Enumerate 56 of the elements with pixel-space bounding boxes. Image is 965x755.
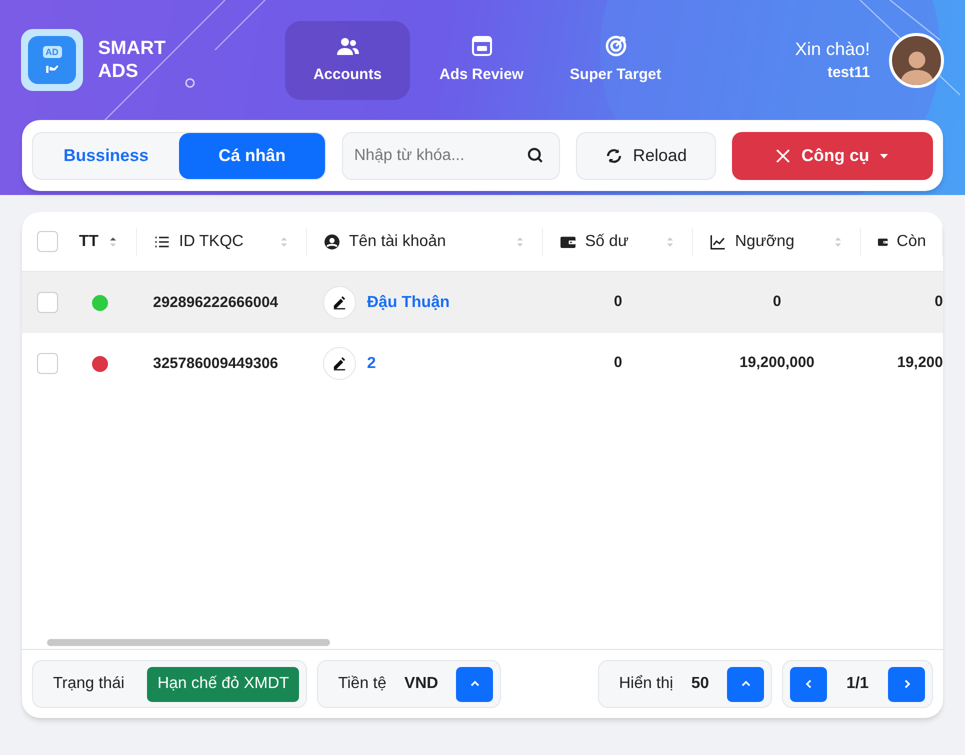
column-header: Còn — [896, 232, 926, 252]
page-size-toggle-button[interactable] — [727, 666, 764, 702]
table-cell: 292896222666004 — [153, 294, 278, 310]
pencil-icon — [332, 356, 347, 371]
segment-tab[interactable]: Cá nhân — [179, 132, 326, 178]
status-label: Trạng thái — [52, 674, 126, 694]
reload-button[interactable]: Reload — [576, 132, 716, 180]
page-size-value: 50 — [690, 674, 710, 694]
edit-button[interactable] — [323, 347, 356, 380]
currency-label: Tiền tệ — [337, 674, 386, 694]
horizontal-scrollbar[interactable] — [47, 639, 330, 646]
table-cell-text: 19,200 — [897, 353, 943, 374]
select-all-checkbox[interactable] — [37, 231, 58, 252]
tools-icon — [774, 146, 792, 164]
currency-value: VND — [403, 674, 440, 694]
nav-tab[interactable]: Super Target — [553, 21, 678, 100]
nav-tab[interactable]: Ads Review — [414, 21, 549, 100]
column-header: TT — [79, 232, 99, 252]
column-header: Số dư — [585, 232, 629, 252]
username-text: test11 — [827, 63, 870, 83]
row-checkbox[interactable] — [37, 353, 58, 374]
account-name-link[interactable]: Đậu Thuận — [367, 290, 450, 314]
column-header: Tên tài khoản — [349, 232, 446, 252]
refresh-icon — [604, 146, 623, 164]
table-cell-text: 0 — [614, 353, 622, 374]
nav-tab[interactable]: Accounts — [285, 21, 410, 100]
account-name-link[interactable]: 2 — [367, 352, 376, 376]
page-size-label: Hiển thị — [618, 674, 674, 694]
table-row[interactable]: 292896222666004 Đậu Thuận 0 0 0 — [22, 272, 943, 333]
logo-text: AD — [42, 46, 62, 58]
user-circle-icon — [323, 232, 341, 250]
table-cell-text: 19,200,000 — [739, 353, 815, 374]
table-row[interactable]: 325786009449306 2 0 19,200,000 19,200 — [22, 333, 943, 394]
pencil-icon — [332, 295, 347, 310]
ad-window-icon — [470, 34, 494, 58]
edit-button[interactable] — [323, 286, 356, 319]
brand-name: SMART — [98, 37, 166, 60]
column-header: Ngưỡng — [735, 232, 794, 252]
greeting-text: Xin chào! — [794, 38, 870, 61]
table-cell-text: 0 — [772, 292, 782, 312]
segment-tab[interactable]: Bussiness — [33, 132, 180, 178]
page-indicator: 1/1 — [845, 674, 870, 694]
target-icon — [604, 34, 628, 58]
brand-name: ADS — [98, 60, 140, 83]
currency-toggle-button[interactable] — [456, 666, 494, 702]
line-chart-icon — [709, 232, 727, 250]
next-page-button[interactable] — [888, 666, 925, 702]
row-checkbox[interactable] — [37, 292, 58, 313]
table-cell-text: 0 — [614, 292, 622, 312]
search-field[interactable]: Nhập từ khóa... — [342, 132, 560, 180]
table-cell-text: 0 — [934, 292, 943, 312]
table-cell: 325786009449306 — [153, 354, 278, 372]
status-filter-button[interactable]: Hạn chế đỏ XMDT — [147, 666, 300, 702]
tools-dropdown-button[interactable]: Công cụ — [732, 132, 933, 180]
previous-page-button[interactable] — [790, 666, 827, 702]
column-header: ID TKQC — [179, 232, 244, 252]
